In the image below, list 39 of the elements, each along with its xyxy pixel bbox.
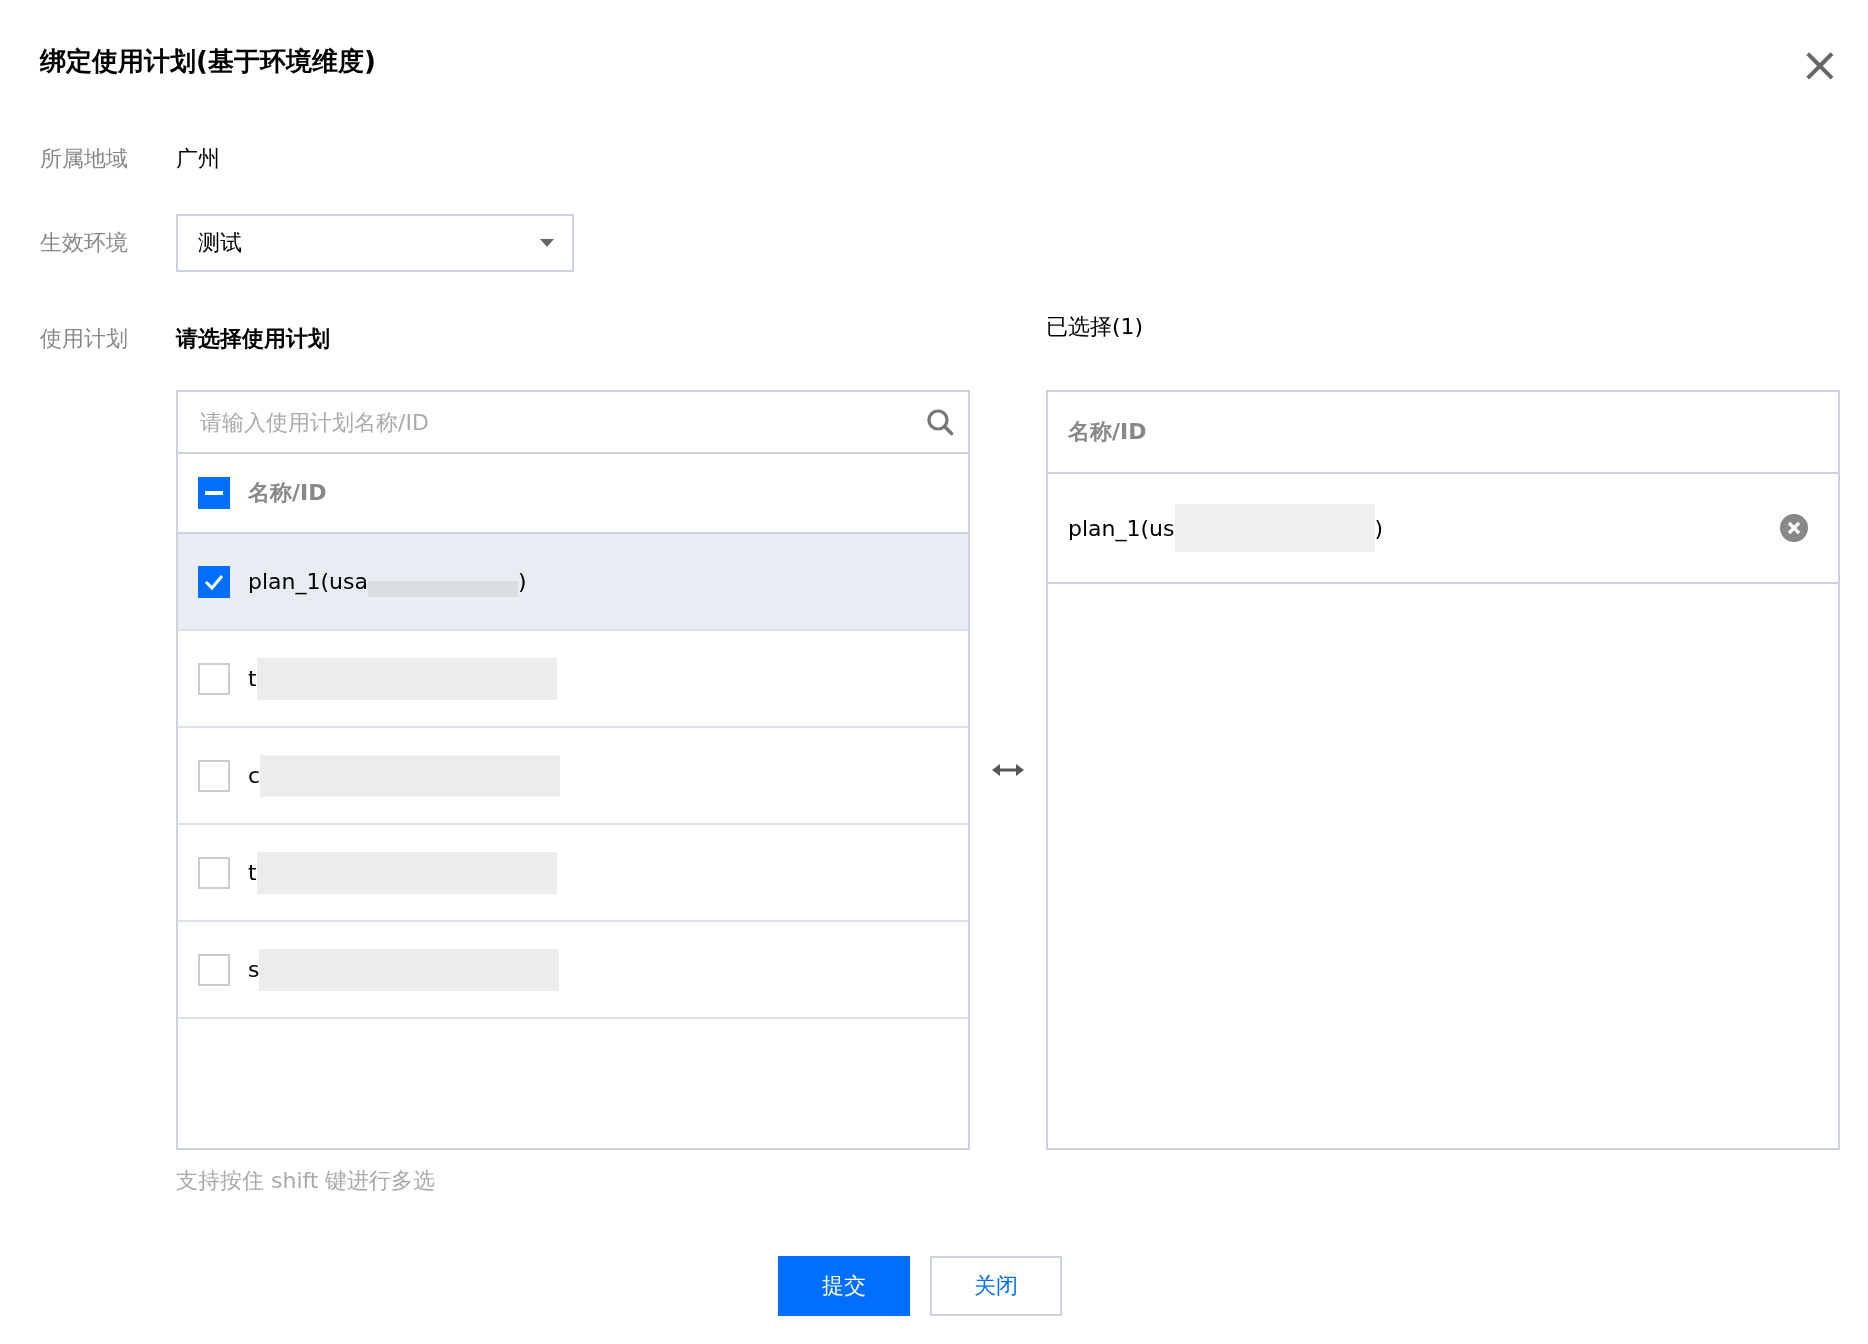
field-label: 生效环境	[40, 229, 129, 257]
field-label: 所属地域	[40, 145, 129, 173]
remove-icon[interactable]	[1780, 514, 1808, 542]
search-icon	[926, 408, 954, 436]
list-item[interactable]: t	[178, 825, 968, 922]
checkbox[interactable]	[198, 662, 230, 695]
list-item[interactable]: s	[178, 922, 968, 1019]
plan-name: s	[248, 957, 260, 982]
transfer-arrow-icon	[992, 762, 1024, 778]
plan-name-end: )	[517, 569, 527, 594]
plan-name: plan_1(us	[1068, 515, 1175, 541]
column-header: 名称/ID	[248, 479, 327, 507]
plan-name: plan_1(usa	[248, 569, 368, 594]
list-item[interactable]: t	[178, 631, 968, 728]
region-value: 广州	[176, 145, 220, 173]
field-label: 使用计划	[40, 325, 129, 353]
plan-name-end: )	[1374, 515, 1384, 541]
plan-name: c	[248, 763, 261, 788]
environment-select[interactable]: 测试	[176, 214, 574, 272]
plan-name: t	[248, 860, 257, 885]
selected-count: 已选择(1)	[1046, 313, 1144, 341]
list-item[interactable]: c	[178, 728, 968, 825]
checkbox[interactable]	[198, 565, 230, 598]
section-heading: 请选择使用计划	[176, 325, 331, 353]
close-button[interactable]: ×	[1799, 44, 1840, 84]
minus-icon	[205, 491, 223, 495]
caret-icon	[540, 239, 554, 247]
plan-name: t	[248, 666, 257, 691]
checkbox[interactable]	[198, 953, 230, 986]
checkbox[interactable]	[198, 856, 230, 889]
close-dialog-button[interactable]: 关闭	[930, 1256, 1062, 1316]
column-header: 名称/ID	[1068, 418, 1147, 446]
check-icon	[204, 573, 224, 590]
checkbox[interactable]	[198, 759, 230, 792]
dialog-title: 绑定使用计划(基于环境维度)	[40, 45, 376, 78]
list-item[interactable]: plan_1(usa )	[178, 534, 968, 631]
submit-button[interactable]: 提交	[778, 1256, 910, 1316]
select-all-checkbox[interactable]	[198, 477, 230, 509]
hint-text: 支持按住 shift 键进行多选	[176, 1167, 437, 1195]
